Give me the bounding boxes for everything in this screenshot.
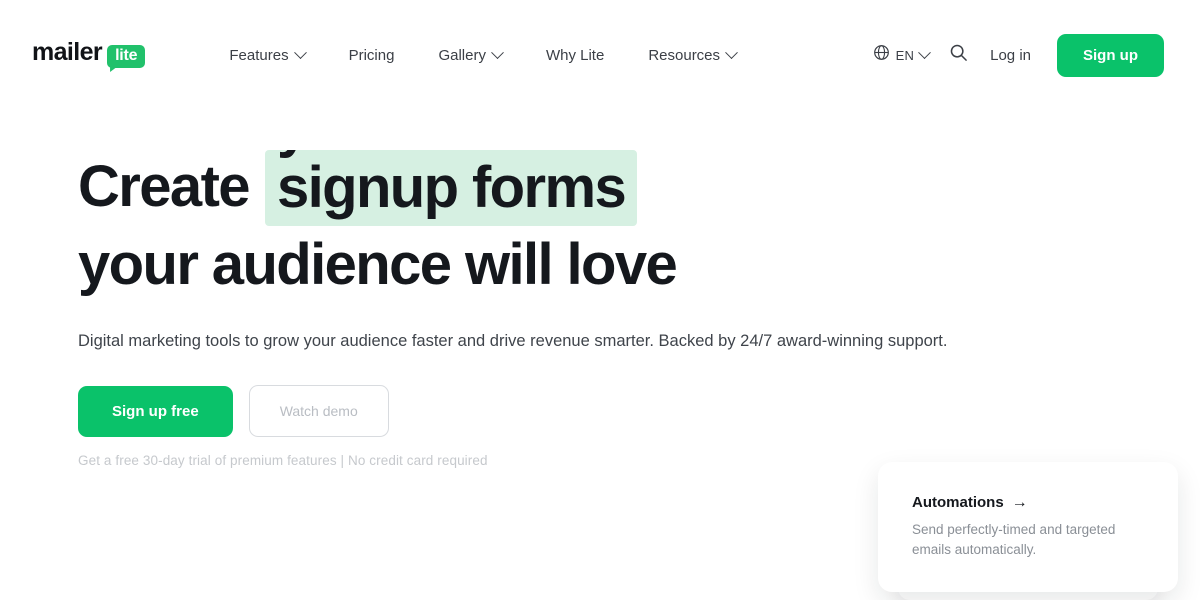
logo[interactable]: mailer lite	[32, 38, 146, 68]
headline-line-1: Create your audience will love signup fo…	[78, 150, 1178, 226]
nav-item-features[interactable]: Features	[229, 45, 307, 64]
feature-card-automations[interactable]: Automations → Send perfectly-timed and t…	[878, 462, 1178, 592]
feature-card-description: Send perfectly-timed and targeted emails…	[912, 522, 1116, 558]
chevron-down-icon	[918, 45, 931, 59]
landing-page: mailer lite Features Pricing Gallery Why…	[0, 0, 1200, 600]
nav-item-resources[interactable]: Resources	[648, 45, 738, 64]
headline-line-2: your audience will love	[78, 232, 678, 297]
chevron-down-icon	[725, 45, 738, 59]
arrow-right-icon: →	[1011, 493, 1028, 511]
feature-card-title: Automations	[912, 494, 1004, 511]
search-icon	[949, 43, 968, 67]
headline-rotator: your audience will love signup forms	[264, 150, 638, 226]
headline-prefix: Create	[78, 154, 251, 219]
main-navigation: Features Pricing Gallery Why Lite Resour…	[229, 45, 738, 64]
chevron-down-icon	[491, 45, 504, 59]
hero-subheading: Digital marketing tools to grow your aud…	[78, 332, 948, 351]
page-title: Create your audience will love signup fo…	[78, 150, 1178, 302]
feature-card-title-row[interactable]: Automations →	[912, 494, 1144, 511]
logo-wordmark: mailer	[32, 38, 103, 66]
nav-label: Features	[229, 46, 289, 64]
site-header: mailer lite Features Pricing Gallery Why…	[0, 0, 1200, 110]
language-label: EN	[895, 47, 915, 63]
globe-icon	[873, 44, 890, 66]
search-button[interactable]	[949, 43, 968, 67]
watch-demo-button[interactable]: Watch demo	[248, 385, 389, 438]
login-link[interactable]: Log in	[990, 47, 1031, 64]
hero-section: Create your audience will love signup fo…	[78, 150, 1178, 468]
nav-label: Why Lite	[545, 46, 605, 64]
logo-badge-icon: lite	[107, 45, 146, 68]
nav-item-pricing[interactable]: Pricing	[349, 47, 395, 64]
nav-label: Resources	[648, 46, 721, 64]
language-selector[interactable]: EN	[873, 44, 931, 66]
signup-button[interactable]: Sign up	[1057, 33, 1164, 77]
nav-label: Gallery	[438, 46, 486, 64]
headline-highlight: your audience will love signup forms	[264, 150, 638, 226]
headline-rotator-previous: your audience will love	[277, 150, 637, 164]
chevron-down-icon	[293, 45, 307, 59]
nav-label: Pricing	[348, 46, 395, 64]
nav-item-gallery[interactable]: Gallery	[438, 45, 504, 64]
nav-item-why-lite[interactable]: Why Lite	[546, 47, 604, 64]
hero-cta-row: Sign up free Watch demo	[78, 385, 1178, 438]
signup-free-button[interactable]: Sign up free	[78, 385, 233, 437]
header-actions: EN Log in Sign up	[873, 33, 1164, 77]
